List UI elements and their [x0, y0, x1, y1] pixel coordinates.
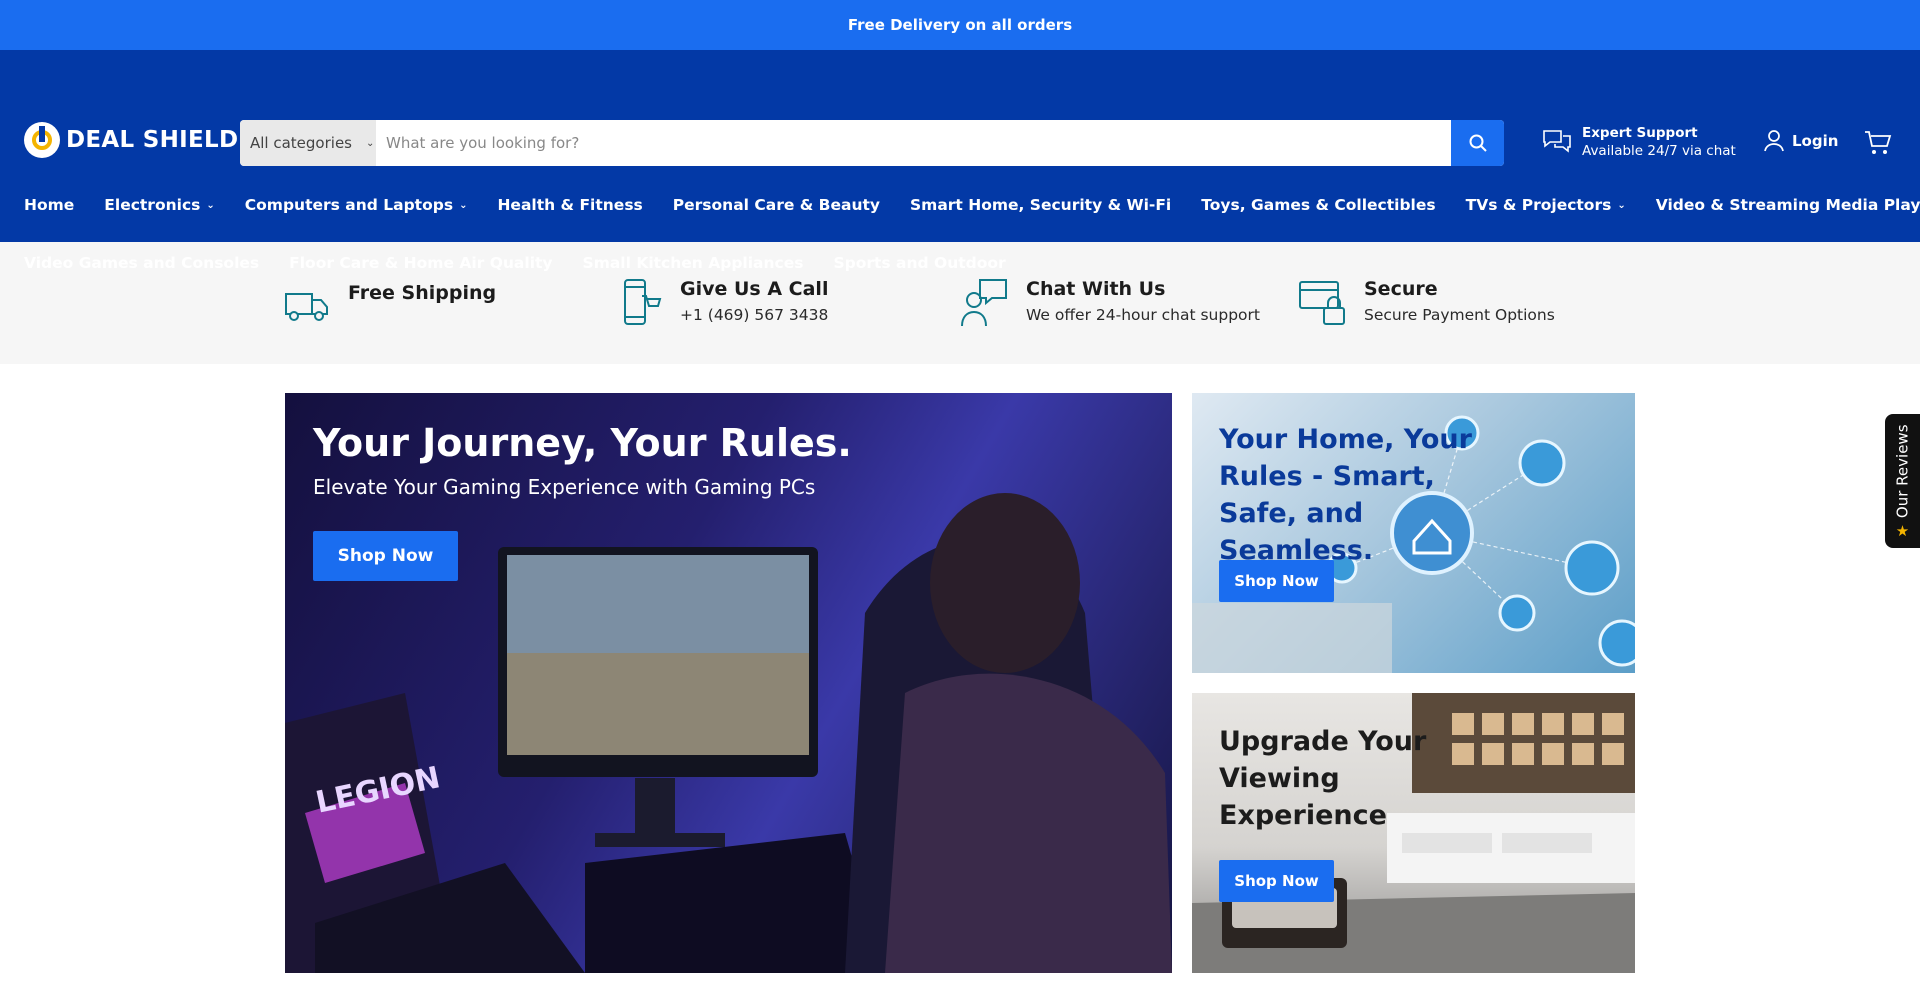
feature-subtitle: +1 (469) 567 3438	[680, 306, 829, 324]
star-icon: ★	[1895, 521, 1910, 540]
nav-item-electronics[interactable]: Electronics ⌄	[104, 196, 214, 214]
announcement-text: Free Delivery on all orders	[847, 16, 1073, 34]
logo[interactable]: DEAL SHIELD	[24, 122, 238, 158]
banner-title: Your Home, Your Rules - Smart, Safe, and…	[1219, 424, 1472, 566]
cart-icon	[1865, 131, 1892, 154]
search-input[interactable]	[376, 120, 1451, 166]
nav-item-sports-outdoor[interactable]: Sports and Outdoor	[833, 254, 1005, 272]
banner-projectors[interactable]: Upgrade Your Viewing Experience Shop Now	[1192, 693, 1635, 973]
cart-button[interactable]	[1864, 130, 1892, 160]
nav-item-health-fitness[interactable]: Health & Fitness	[497, 196, 642, 214]
truck-icon	[285, 293, 328, 321]
nav-item-personal-care[interactable]: Personal Care & Beauty	[673, 196, 880, 214]
chevron-down-icon: ⌄	[459, 199, 468, 211]
nav-item-kitchen-appliances[interactable]: Small Kitchen Appliances	[583, 254, 804, 272]
support-title: Expert Support	[1582, 125, 1698, 141]
nav-item-computers-laptops[interactable]: Computers and Laptops ⌄	[245, 196, 468, 214]
chevron-down-icon: ⌄	[206, 199, 215, 211]
login-label: Login	[1792, 132, 1839, 150]
nav-item-video-games[interactable]: Video Games and Consoles	[24, 254, 259, 272]
hero-shop-now-button[interactable]: Shop Now	[313, 531, 458, 581]
feature-free-shipping: Free Shipping	[284, 282, 622, 324]
main-nav: Home Electronics ⌄ Computers and Laptops ⌄…	[0, 180, 1920, 288]
banner-title: Upgrade Your Viewing Experience	[1219, 726, 1427, 831]
hero-banner-gaming[interactable]: Your Journey, Your Rules. Elevate Your G…	[285, 393, 1172, 973]
our-reviews-tab[interactable]: ★ Our Reviews	[1885, 414, 1920, 548]
expert-support[interactable]: Expert Support Available 24/7 via chat	[1542, 124, 1736, 160]
hero-title: Your Journey, Your Rules.	[313, 421, 852, 465]
nav-item-floor-care[interactable]: Floor Care & Home Air Quality	[289, 254, 552, 272]
chevron-down-icon: ⌄	[366, 137, 375, 149]
chevron-down-icon: ⌄	[1617, 199, 1626, 211]
feature-subtitle: Secure Payment Options	[1364, 306, 1555, 324]
search-icon	[1469, 134, 1487, 152]
reviews-label: Our Reviews	[1893, 424, 1912, 519]
shield-logo-icon	[24, 122, 60, 158]
nav-item-toys-games[interactable]: Toys, Games & Collectibles	[1201, 196, 1435, 214]
logo-text: DEAL SHIELD	[66, 127, 239, 153]
hero-subtitle: Elevate Your Gaming Experience with Gami…	[313, 475, 816, 499]
support-subtitle: Available 24/7 via chat	[1582, 143, 1736, 159]
nav-row-2: Video Games and Consoles Floor Care & Ho…	[24, 238, 1920, 288]
smart-home-shop-now-button[interactable]: Shop Now	[1219, 560, 1334, 602]
search-bar: All categories ⌄	[240, 120, 1504, 166]
nav-item-tvs-projectors[interactable]: TVs & Projectors ⌄	[1466, 196, 1626, 214]
category-select[interactable]: All categories ⌄	[240, 120, 376, 166]
user-icon	[1764, 130, 1784, 152]
nav-item-home[interactable]: Home	[24, 196, 74, 214]
nav-item-smart-home[interactable]: Smart Home, Security & Wi-Fi	[910, 196, 1171, 214]
projector-shop-now-button[interactable]: Shop Now	[1219, 860, 1334, 902]
category-select-label: All categories	[250, 134, 352, 152]
search-button[interactable]	[1451, 120, 1504, 166]
nav-item-video-streaming[interactable]: Video & Streaming Media Players⌄	[1656, 196, 1920, 214]
chat-bubbles-icon	[1543, 130, 1571, 153]
site-header: DEAL SHIELD All categories ⌄ Expert Supp…	[0, 50, 1920, 272]
feature-subtitle: We offer 24-hour chat support	[1026, 306, 1260, 324]
login-link[interactable]: Login	[1764, 130, 1838, 152]
announcement-bar: Free Delivery on all orders	[0, 0, 1920, 50]
banner-smart-home[interactable]: Your Home, Your Rules - Smart, Safe, and…	[1192, 393, 1635, 673]
nav-row-1: Home Electronics ⌄ Computers and Laptops ⌄…	[24, 180, 1920, 230]
